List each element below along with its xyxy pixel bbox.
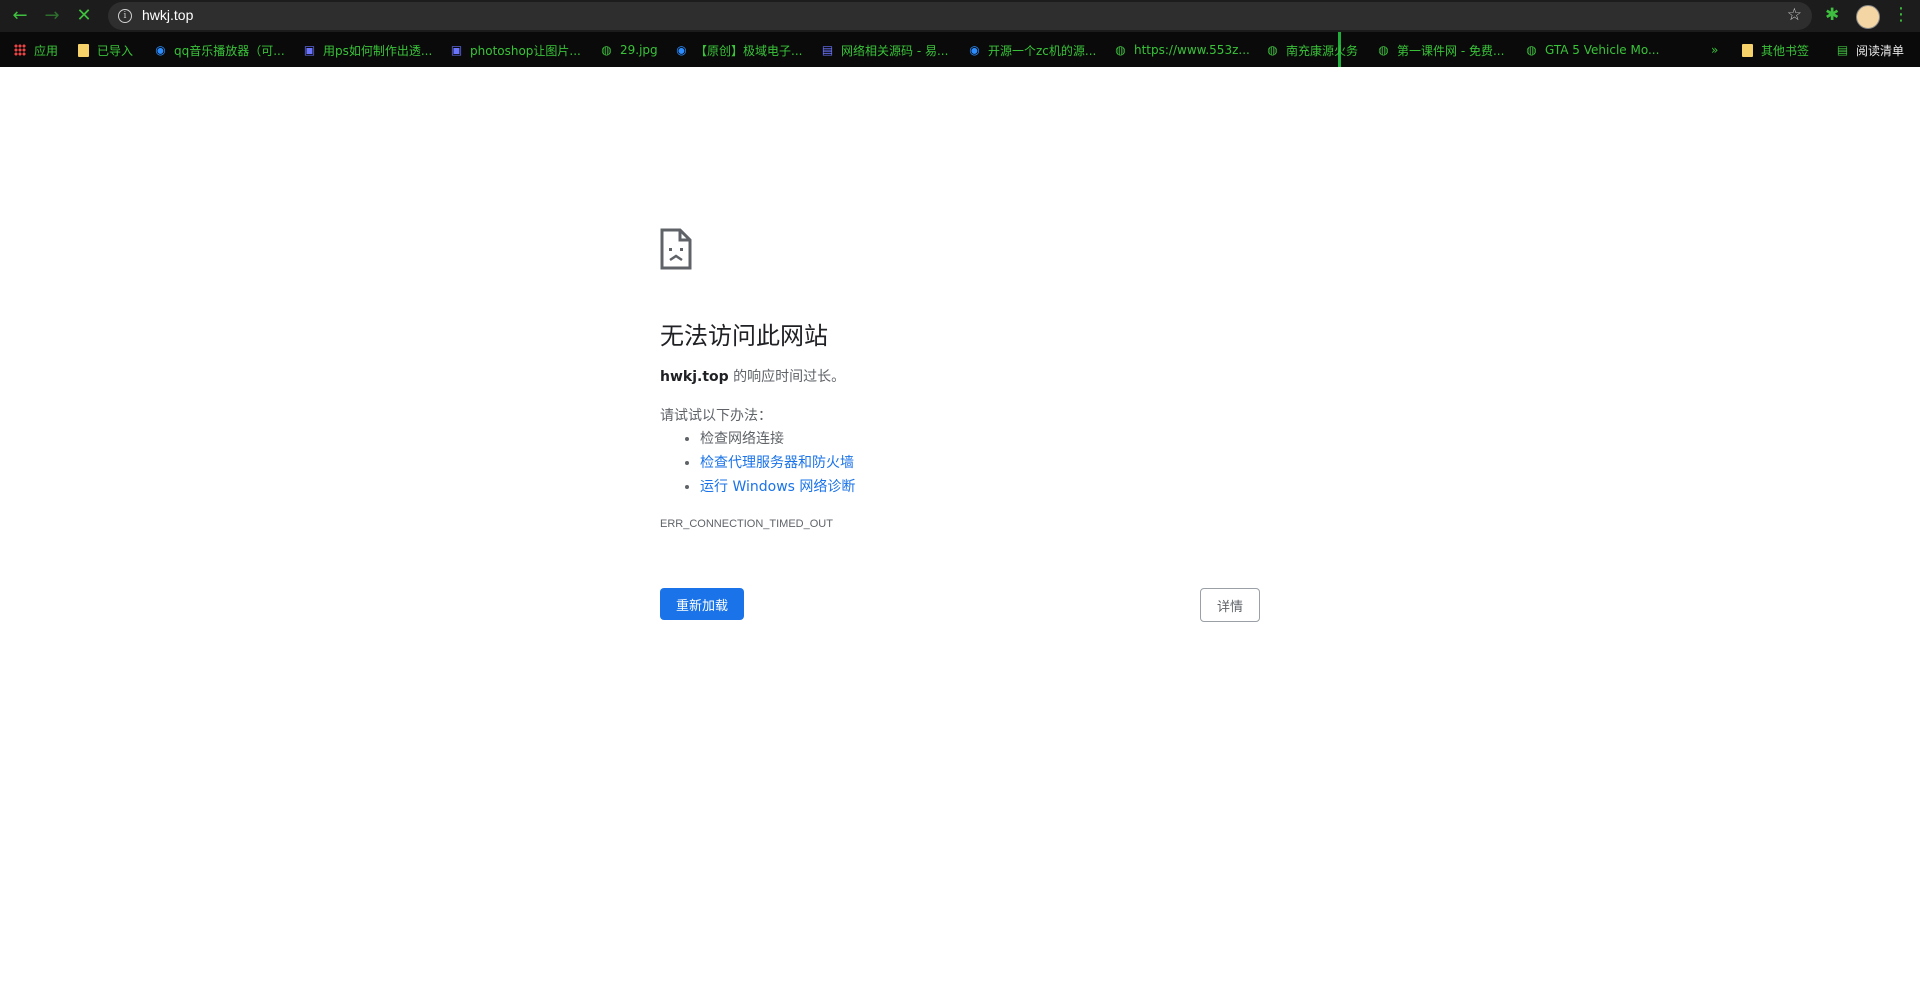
check-proxy-firewall-link[interactable]: 检查代理服务器和防火墙	[700, 455, 854, 471]
gta-icon: ◍	[1526, 42, 1537, 57]
reading-list-button[interactable]: ▤ 阅读清单	[1836, 41, 1904, 59]
folder-icon	[78, 43, 89, 57]
bookmark-original[interactable]: ◉ 【原创】极域电子...	[675, 41, 802, 59]
bookmarks-overflow-button[interactable]: »	[1711, 41, 1718, 59]
try-label: 请试试以下办法：	[660, 408, 772, 424]
folder-icon	[1742, 43, 1753, 57]
site-info-icon[interactable]: i	[118, 9, 132, 23]
bookmark-553z[interactable]: ◍ https://www.553z...	[1114, 41, 1250, 59]
bookmark-label: 阅读清单	[1856, 43, 1905, 58]
bookmark-imported[interactable]: 已导入	[78, 41, 133, 59]
globe-icon: ◍	[601, 42, 612, 57]
browser-toolbar: ← → ✕ i hwkj.top ☆ ✱ ⋮	[0, 0, 1920, 32]
error-desc-text: 的响应时间过长。	[728, 369, 846, 385]
bookmark-star-icon[interactable]: ☆	[1787, 5, 1802, 25]
bookmark-label: https://www.553z...	[1134, 43, 1250, 57]
bookmark-label: 开源一个zc机的源...	[988, 43, 1097, 58]
globe-icon: ◍	[1378, 42, 1389, 57]
suggestion-check-proxy-item: 检查代理服务器和防火墙	[700, 451, 855, 475]
url-text[interactable]: hwkj.top	[142, 7, 193, 23]
error-code: ERR_CONNECTION_TIMED_OUT	[660, 518, 833, 530]
bookmark-label: 其他书签	[1761, 43, 1810, 58]
bookmark-label: qq音乐播放器（可...	[174, 43, 285, 58]
bookmark-zc-source[interactable]: ◉ 开源一个zc机的源...	[968, 41, 1096, 59]
bookmark-qq-music[interactable]: ◉ qq音乐播放器（可...	[154, 41, 285, 59]
chevron-double-right-icon: »	[1711, 43, 1719, 57]
eye-icon: ◉	[155, 42, 166, 57]
bookmark-photoshop[interactable]: ▣ photoshop让图片...	[450, 41, 581, 59]
bookmark-ps-transparent[interactable]: ▣ 用ps如何制作出透...	[303, 41, 433, 59]
bookmark-label: 【原创】极域电子...	[695, 43, 803, 58]
bookmark-apps[interactable]: 应用	[14, 41, 58, 59]
bookmark-label: photoshop让图片...	[470, 43, 581, 58]
details-button[interactable]: 详情	[1200, 588, 1260, 622]
address-bar[interactable]: i hwkj.top ☆	[108, 2, 1812, 30]
eye-icon: ◉	[676, 42, 687, 57]
bookmark-label: GTA 5 Vehicle Mo...	[1545, 43, 1660, 57]
baidu-paw-icon: ▣	[303, 42, 316, 57]
globe-icon: ◍	[1115, 42, 1126, 57]
reading-list-icon: ▤	[1836, 42, 1849, 57]
error-description: hwkj.top 的响应时间过长。	[660, 366, 845, 386]
error-title: 无法访问此网站	[660, 322, 828, 350]
bookmark-label: 29.jpg	[620, 43, 658, 57]
bookmark-courseware[interactable]: ◍ 第一课件网 - 免费...	[1377, 41, 1504, 59]
bookmark-label: 用ps如何制作出透...	[323, 43, 433, 58]
page-icon: ▤	[821, 42, 834, 57]
extensions-puzzle-icon[interactable]: ✱	[1825, 5, 1839, 25]
sad-document-icon	[660, 228, 692, 270]
bookmark-gta5[interactable]: ◍ GTA 5 Vehicle Mo...	[1525, 41, 1659, 59]
globe-icon: ◍	[1267, 42, 1278, 57]
stop-loading-icon[interactable]: ✕	[72, 4, 96, 28]
reload-button[interactable]: 重新加载	[660, 588, 744, 620]
bookmarks-bar: 应用 已导入 ◉ qq音乐播放器（可... ▣ 用ps如何制作出透... ▣ p…	[0, 32, 1920, 67]
suggestion-check-connection: 检查网络连接	[700, 427, 855, 451]
suggestion-run-diagnostics-item: 运行 Windows 网络诊断	[700, 475, 855, 499]
bookmark-label: 第一课件网 - 免费...	[1397, 43, 1505, 58]
more-menu-icon[interactable]: ⋮	[1892, 4, 1910, 25]
back-arrow-icon[interactable]: ←	[8, 4, 32, 28]
bookmark-label: 应用	[34, 43, 59, 58]
suggestions-list: 检查网络连接 检查代理服务器和防火墙 运行 Windows 网络诊断	[660, 427, 855, 499]
baidu-paw-icon: ▣	[450, 42, 463, 57]
eye-icon: ◉	[969, 42, 980, 57]
apps-grid-icon	[14, 44, 26, 56]
error-host: hwkj.top	[660, 369, 729, 385]
run-network-diagnostics-link[interactable]: 运行 Windows 网络诊断	[700, 479, 855, 495]
bookmark-29jpg[interactable]: ◍ 29.jpg	[600, 41, 658, 59]
bookmark-nanchong[interactable]: ◍ 南充康源火务	[1266, 41, 1358, 59]
bookmark-label: 南充康源火务	[1286, 43, 1359, 58]
bookmark-label: 已导入	[97, 43, 134, 58]
bookmark-network-source[interactable]: ▤ 网络相关源码 - 易...	[821, 41, 949, 59]
bookmark-label: 网络相关源码 - 易...	[841, 43, 949, 58]
profile-avatar[interactable]	[1856, 5, 1880, 29]
forward-arrow-icon[interactable]: →	[40, 4, 64, 28]
bookmark-other[interactable]: 其他书签	[1742, 41, 1809, 59]
